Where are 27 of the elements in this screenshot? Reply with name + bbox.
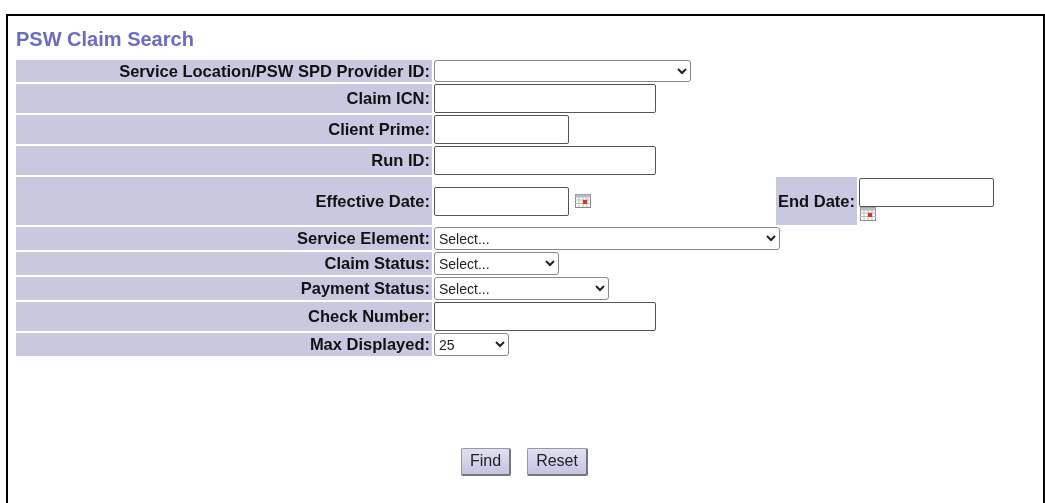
- calendar-icon[interactable]: [575, 194, 591, 208]
- field-label: Client Prime:: [16, 115, 432, 144]
- field-label: End Date:: [776, 177, 857, 225]
- find-button[interactable]: Find: [461, 448, 512, 476]
- dropdown[interactable]: 25: [434, 333, 509, 356]
- field-label: Effective Date:: [16, 177, 432, 225]
- dropdown[interactable]: Select...: [434, 277, 609, 300]
- dropdown[interactable]: Select...: [434, 227, 780, 250]
- field-label: Service Location/PSW SPD Provider ID:: [16, 60, 432, 82]
- date-field[interactable]: [859, 178, 994, 207]
- input-field[interactable]: [434, 302, 656, 331]
- field-label: Claim Status:: [16, 252, 432, 275]
- dropdown[interactable]: [434, 60, 691, 82]
- input-field[interactable]: [434, 84, 656, 113]
- reset-button[interactable]: Reset: [527, 448, 588, 476]
- calendar-icon[interactable]: [860, 207, 876, 221]
- field-label: Service Element:: [16, 227, 432, 250]
- date-field[interactable]: [434, 186, 569, 216]
- input-field[interactable]: [434, 115, 569, 144]
- field-label: Check Number:: [16, 302, 432, 331]
- input-field[interactable]: [434, 146, 656, 175]
- field-label: Run ID:: [16, 146, 432, 175]
- page-title: PSW Claim Search: [16, 28, 194, 51]
- field-label: Payment Status:: [16, 277, 432, 300]
- field-label: Claim ICN:: [16, 84, 432, 113]
- field-label: Max Displayed:: [16, 333, 432, 356]
- dropdown[interactable]: Select...: [434, 252, 559, 275]
